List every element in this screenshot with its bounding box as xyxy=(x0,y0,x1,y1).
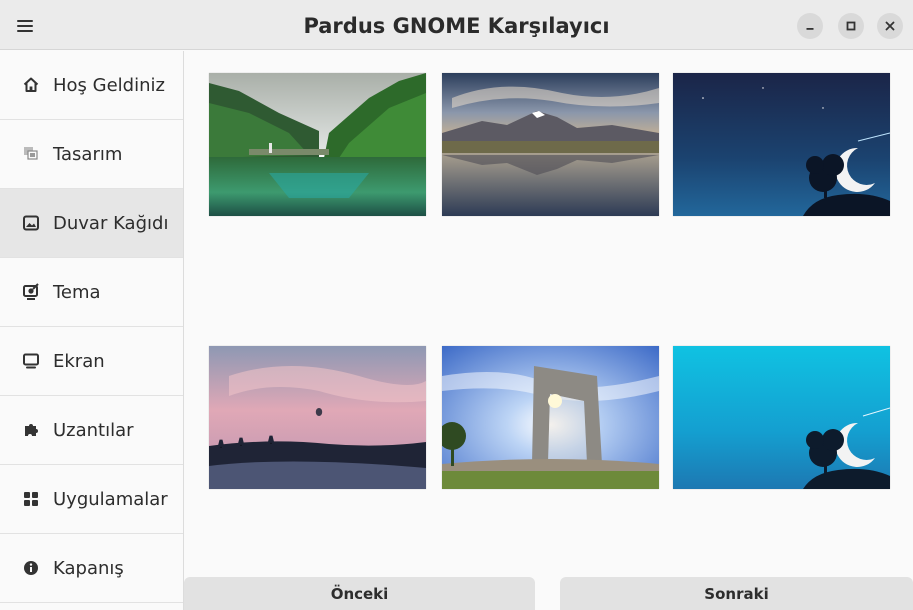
maximize-button[interactable] xyxy=(838,13,864,39)
hamburger-menu-icon xyxy=(17,20,33,32)
sidebar-item-hos-geldiniz[interactable]: Hoş Geldiniz xyxy=(0,51,183,120)
sidebar-item-uygulamalar[interactable]: Uygulamalar xyxy=(0,465,183,534)
previous-button[interactable]: Önceki xyxy=(184,577,535,610)
sidebar-item-tasarim[interactable]: Tasarım xyxy=(0,120,183,189)
sidebar-item-tema[interactable]: Tema xyxy=(0,258,183,327)
header-bar: Pardus GNOME Karşılayıcı xyxy=(0,0,913,50)
pink-sky-balloon-wallpaper[interactable] xyxy=(209,346,426,489)
sidebar-item-label: Uygulamalar xyxy=(53,488,168,510)
sidebar-item-kapanis[interactable]: Kapanış xyxy=(0,534,183,603)
sidebar-item-label: Uzantılar xyxy=(53,419,134,441)
sidebar-item-uzantilar[interactable]: Uzantılar xyxy=(0,396,183,465)
close-button[interactable] xyxy=(877,13,903,39)
close-icon xyxy=(885,21,895,31)
apps-grid-icon xyxy=(22,490,40,508)
maximize-icon xyxy=(846,21,856,31)
cyan-moon-tree-wallpaper[interactable] xyxy=(673,346,890,489)
sidebar-item-label: Tasarım xyxy=(53,143,123,165)
sidebar-item-label: Tema xyxy=(53,281,101,303)
next-button[interactable]: Sonraki xyxy=(560,577,913,610)
minimize-button[interactable] xyxy=(797,13,823,39)
sidebar-item-ekran[interactable]: Ekran xyxy=(0,327,183,396)
layers-icon xyxy=(22,145,40,163)
monument-sunburst-wallpaper[interactable] xyxy=(442,346,659,489)
night-moon-tree-wallpaper[interactable] xyxy=(673,73,890,216)
hamburger-menu-button[interactable] xyxy=(8,11,42,41)
sidebar-item-label: Ekran xyxy=(53,350,105,372)
puzzle-icon xyxy=(22,421,40,439)
theme-icon xyxy=(22,283,40,301)
mountain-reflection-wallpaper[interactable] xyxy=(442,73,659,216)
image-icon xyxy=(22,214,40,232)
previous-button-label: Önceki xyxy=(330,585,389,603)
sidebar-item-label: Kapanış xyxy=(53,557,124,579)
next-button-label: Sonraki xyxy=(704,585,769,603)
app-window: Pardus GNOME Karşılayıcı Hoş Geldiniz Ta… xyxy=(0,0,913,610)
lake-valley-wallpaper[interactable] xyxy=(209,73,426,216)
sidebar-item-label: Hoş Geldiniz xyxy=(53,74,165,96)
info-icon xyxy=(22,559,40,577)
window-title: Pardus GNOME Karşılayıcı xyxy=(303,14,610,38)
sidebar-item-label: Duvar Kağıdı xyxy=(53,212,169,234)
sidebar: Hoş Geldiniz Tasarım Duvar Kağıdı Tema E… xyxy=(0,51,184,610)
sidebar-item-duvar-kagidi[interactable]: Duvar Kağıdı xyxy=(0,189,183,258)
minimize-icon xyxy=(806,28,814,30)
monitor-icon xyxy=(22,352,40,370)
home-icon xyxy=(22,76,40,94)
